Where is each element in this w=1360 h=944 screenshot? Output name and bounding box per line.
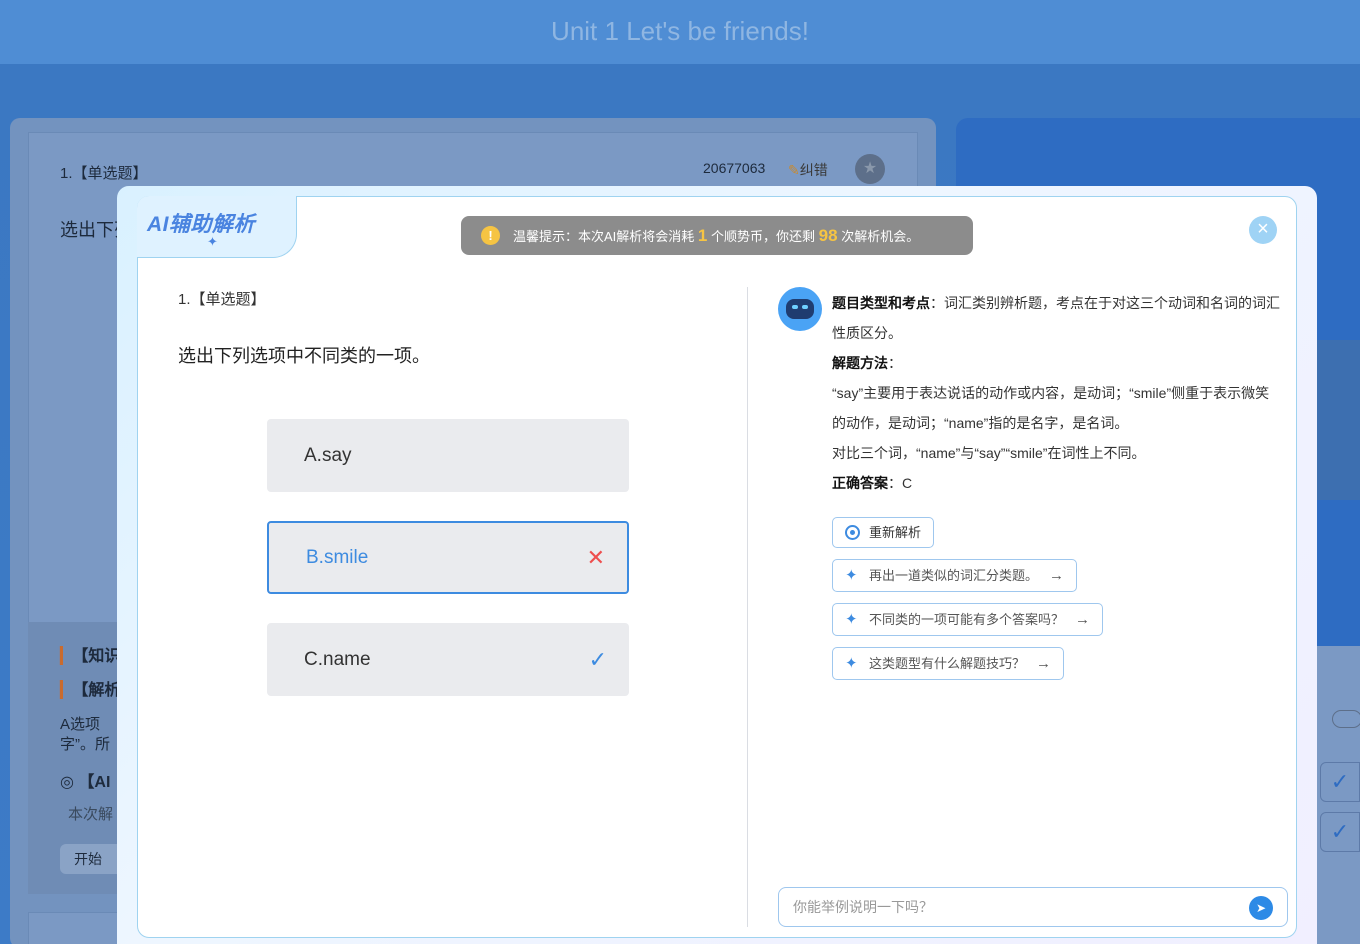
bg-analysis-label: ▎【解析 bbox=[60, 682, 121, 699]
ai-analysis-modal: 1.【单选题】 选出下列选项中不同类的一项。 A.say B.smile ✕ C… bbox=[117, 186, 1317, 944]
method-line-2: 对比三个词，“name”与“say”“smile”在词性上不同。 bbox=[832, 445, 1146, 461]
ask-box: ➤ bbox=[778, 887, 1288, 927]
send-icon[interactable]: ➤ bbox=[1249, 896, 1273, 920]
option-label: A.say bbox=[304, 445, 352, 466]
question-number: 1.【单选题】 bbox=[178, 291, 266, 308]
close-icon[interactable]: × bbox=[1249, 216, 1277, 244]
reanalyze-label: 重新解析 bbox=[869, 525, 922, 540]
suggestion-button[interactable]: ✦ 再出一道类似的词汇分类题。 → bbox=[832, 559, 1078, 592]
cross-icon: ✕ bbox=[586, 545, 605, 570]
notice-mid: 个顺势币，你还剩 bbox=[711, 229, 816, 244]
ai-analysis-logo: AI辅助解析 bbox=[147, 213, 255, 236]
arrow-right-icon: → bbox=[1075, 611, 1091, 628]
option-b[interactable]: B.smile ✕ bbox=[267, 521, 629, 594]
suggestion-button[interactable]: ✦ 这类题型有什么解题技巧？ → bbox=[832, 647, 1065, 680]
notice-remain: 98 bbox=[818, 226, 838, 245]
sparkle-icon: ✦ bbox=[845, 655, 858, 672]
sparkle-icon: ✦ bbox=[845, 567, 858, 584]
page-title: Unit 1 Let's be friends! bbox=[551, 16, 809, 46]
suggestion-button[interactable]: ✦ 不同类的一项可能有多个答案吗？ → bbox=[832, 603, 1104, 636]
notice-prefix: 温馨提示：本次AI解析将会消耗 bbox=[513, 229, 695, 244]
robot-eye bbox=[792, 305, 798, 309]
ask-input[interactable] bbox=[793, 888, 1233, 926]
method-line-1: “say”主要用于表达说话的动作或内容，是动词；“smile”侧重于表示微笑的动… bbox=[832, 385, 1270, 431]
type-section: 题目类型和考点：词汇类别辨析题，考点在于对这三个动词和名词的词汇性质区分。 bbox=[832, 295, 1280, 341]
column-divider bbox=[747, 287, 748, 927]
sparkle-icon: ✦ bbox=[207, 234, 218, 249]
option-label: C.name bbox=[304, 649, 371, 670]
bg-fix-error-button[interactable]: ✎纠错 bbox=[788, 160, 828, 180]
bg-question-id: 20677063 bbox=[703, 160, 766, 176]
robot-avatar-icon bbox=[778, 287, 822, 331]
suggestion-label: 再出一道类似的词汇分类题。 bbox=[869, 568, 1039, 583]
check-icon[interactable]: ✓ bbox=[1320, 762, 1360, 802]
globe-icon: ◎ bbox=[60, 774, 79, 791]
method-section: 解题方法： bbox=[832, 355, 902, 371]
bg-ai-text: 本次解 bbox=[68, 806, 114, 823]
answer-section: 正确答案：C bbox=[832, 475, 913, 491]
arrow-right-icon: → bbox=[1036, 655, 1052, 672]
bg-ai-label: ◎ 【AI bbox=[60, 774, 111, 791]
suggestion-label: 不同类的一项可能有多个答案吗？ bbox=[869, 612, 1065, 627]
option-a[interactable]: A.say bbox=[267, 419, 629, 492]
bg-fix-label: 纠错 bbox=[799, 162, 828, 178]
option-c[interactable]: C.name ✓ bbox=[267, 623, 629, 696]
ai-explanation: 题目类型和考点：词汇类别辨析题，考点在于对这三个动词和名词的词汇性质区分。 解题… bbox=[832, 288, 1280, 498]
bg-question-number: 1.【单选题】 bbox=[60, 165, 148, 182]
suggestion-label: 这类题型有什么解题技巧？ bbox=[869, 656, 1026, 671]
arrow-right-icon: → bbox=[1049, 567, 1065, 584]
check-icon[interactable]: ✓ bbox=[1320, 812, 1360, 852]
bg-analysis-text-1: A选项 bbox=[60, 716, 101, 733]
page-header: Unit 1 Let's be friends! bbox=[0, 0, 1360, 64]
question-text: 选出下列选项中不同类的一项。 bbox=[178, 346, 430, 366]
star-icon[interactable]: ★ bbox=[855, 154, 885, 184]
modal-content: 1.【单选题】 选出下列选项中不同类的一项。 A.say B.smile ✕ C… bbox=[137, 196, 1297, 938]
bg-analysis-text-2: 字”。所 bbox=[60, 736, 110, 753]
check-icon: ✓ bbox=[588, 647, 607, 672]
notice-cost: 1 bbox=[697, 226, 708, 245]
bg-knowledge-label: ▎【知识 bbox=[60, 648, 121, 665]
robot-face bbox=[786, 299, 814, 319]
robot-eye bbox=[802, 305, 808, 309]
reanalyze-button[interactable]: 重新解析 bbox=[832, 517, 934, 548]
pencil-icon: ✎ bbox=[788, 162, 800, 178]
option-label: B.smile bbox=[306, 547, 369, 568]
toggle-switch[interactable] bbox=[1332, 710, 1360, 728]
sparkle-icon: ✦ bbox=[845, 611, 858, 628]
warning-icon: ! bbox=[481, 226, 500, 245]
reload-icon bbox=[845, 525, 860, 540]
notice-banner: ! 温馨提示：本次AI解析将会消耗 1 个顺势币，你还剩 98 次解析机会。 bbox=[461, 216, 973, 255]
notice-suffix: 次解析机会。 bbox=[841, 229, 920, 244]
